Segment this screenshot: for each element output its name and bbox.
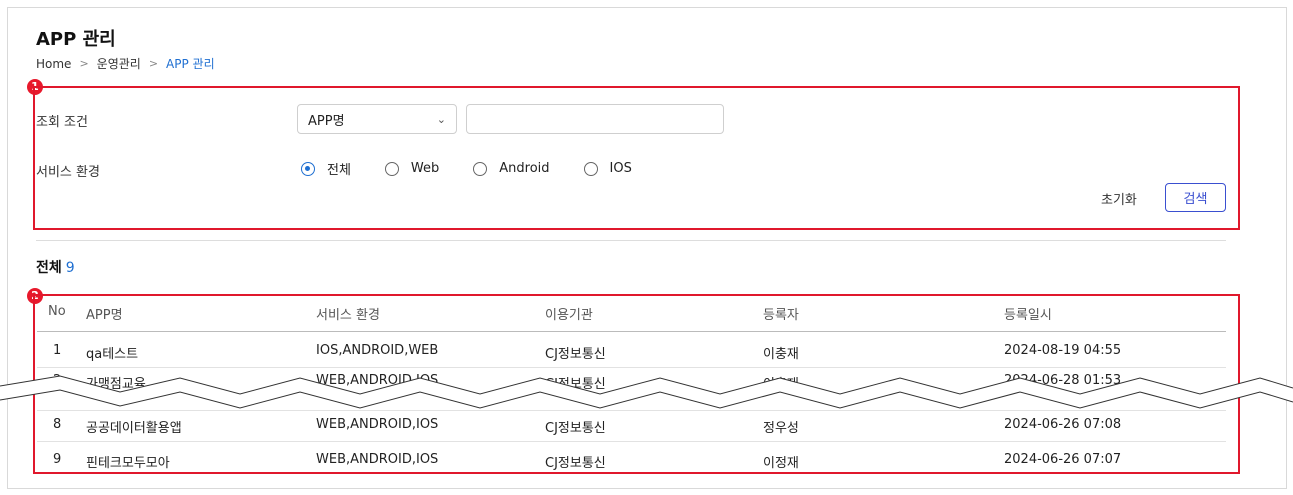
row-divider — [37, 367, 1226, 368]
cell-organization: CJ정보통신 — [545, 456, 606, 471]
search-button[interactable]: 검색 — [1165, 183, 1226, 212]
header-no: No — [48, 304, 66, 319]
header-organization[interactable]: 이용기관 — [545, 304, 593, 323]
radio-unchecked-icon — [384, 161, 399, 176]
cell-registrant: 정우성 — [763, 421, 799, 436]
radio-all[interactable]: 전체 — [301, 159, 351, 178]
cell-service-env: WEB,ANDROID,IOS — [316, 452, 439, 467]
radio-android-label: Android — [499, 161, 550, 176]
cell-app-name[interactable]: 공공데이터활용앱 — [86, 417, 182, 436]
section-divider — [36, 240, 1226, 241]
radio-checked-icon — [301, 161, 315, 176]
cell-organization: CJ정보통신 — [545, 347, 606, 362]
cell-registrant: 이충재 — [763, 347, 799, 362]
header-registered-at[interactable]: 등록일시 — [1004, 304, 1052, 323]
cell-no: 9 — [53, 452, 62, 467]
breadcrumb-current: APP 관리 — [166, 57, 215, 71]
total-summary: 전체 9 — [36, 257, 75, 277]
search-condition-label: 조회 조건 — [36, 115, 88, 130]
radio-android[interactable]: Android — [473, 161, 550, 176]
cell-registered-at: 2024-06-26 07:08 — [1004, 417, 1122, 432]
breadcrumb-separator: > — [148, 57, 159, 70]
cell-no: 1 — [53, 343, 62, 358]
row-divider — [37, 441, 1226, 442]
service-env-radio-group: 전체 Web Android IOS — [301, 159, 666, 178]
page-title: APP 관리 — [36, 29, 116, 50]
total-count: 9 — [65, 260, 75, 276]
cell-app-name[interactable]: qa테스트 — [86, 343, 138, 362]
breadcrumb-separator: > — [79, 57, 89, 70]
reset-button[interactable]: 초기화 — [1101, 189, 1137, 208]
search-input[interactable] — [466, 104, 724, 134]
search-condition-select[interactable]: APP명 ⌄ — [297, 104, 457, 134]
service-env-label: 서비스 환경 — [36, 165, 100, 180]
cell-service-env: WEB,ANDROID,IOS — [316, 417, 439, 432]
cell-organization: CJ정보통신 — [545, 421, 606, 436]
total-label: 전체 — [36, 260, 62, 276]
radio-ios-label: IOS — [609, 161, 632, 176]
header-service-env[interactable]: 서비스 환경 — [316, 304, 380, 323]
cell-registrant: 이정재 — [763, 456, 799, 471]
cell-no: 8 — [53, 417, 62, 432]
header-app-name[interactable]: APP명 — [86, 304, 123, 323]
breadcrumb-operations[interactable]: 운영관리 — [97, 55, 141, 72]
chevron-down-icon: ⌄ — [436, 112, 446, 126]
cell-registered-at: 2024-06-26 07:07 — [1004, 452, 1122, 467]
radio-all-label: 전체 — [327, 163, 351, 178]
cell-app-name[interactable]: 핀테크모두모아 — [86, 452, 170, 471]
radio-unchecked-icon — [583, 161, 598, 176]
radio-unchecked-icon — [473, 161, 488, 176]
radio-ios[interactable]: IOS — [583, 161, 632, 176]
row-divider — [37, 410, 1226, 411]
content-cut-divider — [0, 375, 1293, 409]
breadcrumb: Home > 운영관리 > APP 관리 — [36, 55, 215, 72]
cell-registered-at: 2024-08-19 04:55 — [1004, 343, 1122, 358]
header-registrant[interactable]: 등록자 — [763, 304, 799, 323]
table-header-divider — [37, 331, 1226, 332]
radio-web[interactable]: Web — [384, 161, 440, 176]
breadcrumb-home[interactable]: Home — [36, 57, 71, 71]
cell-service-env: IOS,ANDROID,WEB — [316, 343, 439, 358]
search-condition-value: APP명 — [308, 113, 345, 129]
radio-web-label: Web — [410, 161, 440, 176]
